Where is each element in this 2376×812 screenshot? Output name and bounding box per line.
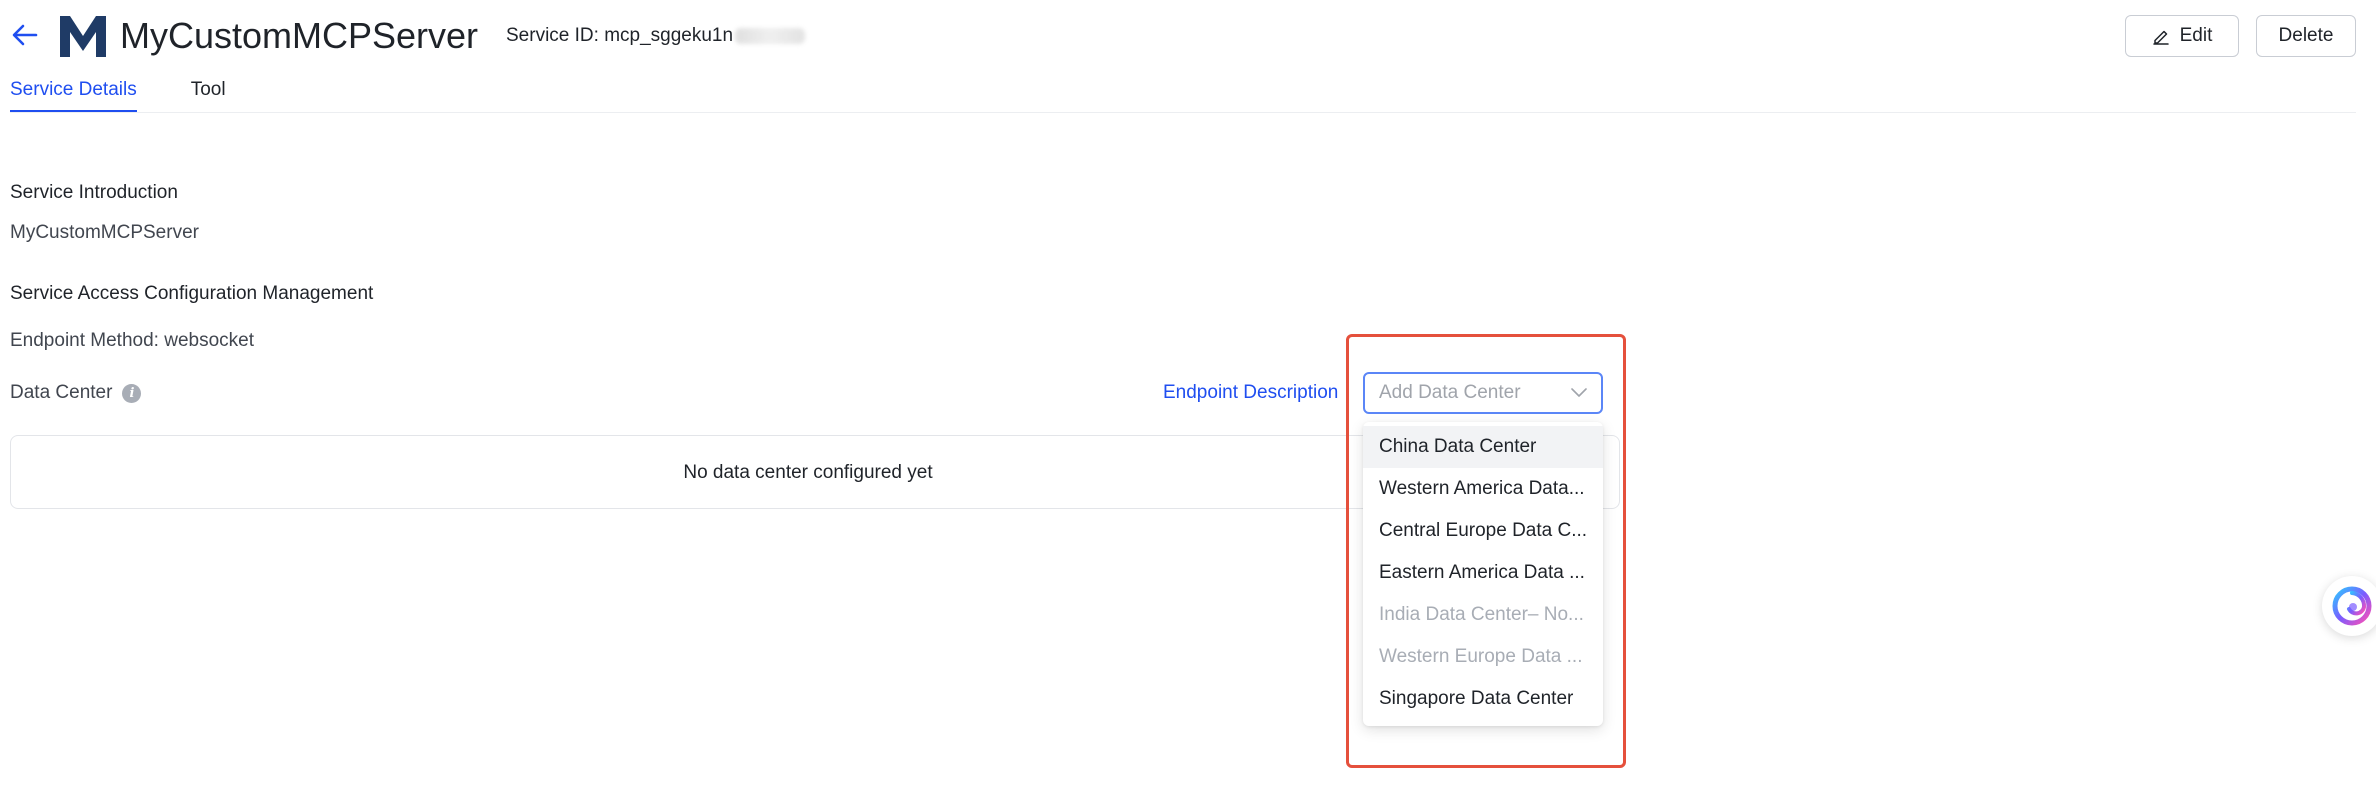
- service-logo: [60, 16, 106, 57]
- option-eastern-america-data-center[interactable]: Eastern America Data ...: [1363, 552, 1603, 594]
- edit-button[interactable]: Edit: [2125, 15, 2239, 57]
- edit-button-label: Edit: [2179, 25, 2213, 46]
- tab-service-details[interactable]: Service Details: [10, 78, 137, 113]
- service-introduction-value: MyCustomMCPServer: [10, 222, 199, 243]
- tab-tool[interactable]: Tool: [191, 78, 226, 112]
- data-center-dropdown: China Data Center Western America Data..…: [1363, 422, 1603, 726]
- service-id-redacted: [735, 28, 806, 44]
- endpoint-description-link[interactable]: Endpoint Description: [1163, 381, 1338, 405]
- info-icon[interactable]: i: [122, 383, 142, 403]
- option-western-europe-data-center: Western Europe Data ...: [1379, 646, 1583, 667]
- select-placeholder: Add Data Center: [1379, 382, 1521, 403]
- option-central-europe-data-center[interactable]: Central Europe Data C...: [1363, 510, 1603, 552]
- option-india-data-center: India Data Center– No...: [1379, 604, 1584, 625]
- arrow-left-icon: [12, 24, 38, 46]
- service-id-text: Service ID: mcp_sggeku1n: [506, 25, 734, 46]
- chevron-down-icon: [1571, 385, 1587, 401]
- access-config-title: Service Access Configuration Management: [10, 283, 374, 304]
- option-western-america-data-center[interactable]: Western America Data...: [1363, 468, 1603, 510]
- service-introduction-title: Service Introduction: [10, 182, 178, 203]
- add-data-center-select[interactable]: Add Data Center: [1363, 372, 1603, 414]
- delete-button[interactable]: Delete: [2256, 15, 2356, 57]
- back-button[interactable]: [8, 18, 42, 52]
- service-id: Service ID: mcp_sggeku1n: [506, 24, 806, 48]
- tab-divider: [10, 112, 2356, 113]
- page-title: MyCustomMCPServer: [120, 15, 479, 56]
- option-singapore-data-center[interactable]: Singapore Data Center: [1363, 678, 1603, 720]
- endpoint-method: Endpoint Method: websocket: [10, 330, 254, 351]
- data-center-label-text: Data Center: [10, 382, 113, 403]
- pencil-icon: [2152, 30, 2169, 45]
- data-center-label: Data Center i: [10, 381, 142, 405]
- delete-button-label: Delete: [2278, 25, 2334, 46]
- assistant-swirl-icon: [2332, 586, 2372, 626]
- tab-bar: Service Details Tool: [10, 78, 226, 113]
- page: MyCustomMCPServer Service ID: mcp_sggeku…: [0, 0, 2376, 812]
- option-china-data-center[interactable]: China Data Center: [1363, 426, 1603, 468]
- assistant-button[interactable]: [2322, 576, 2376, 636]
